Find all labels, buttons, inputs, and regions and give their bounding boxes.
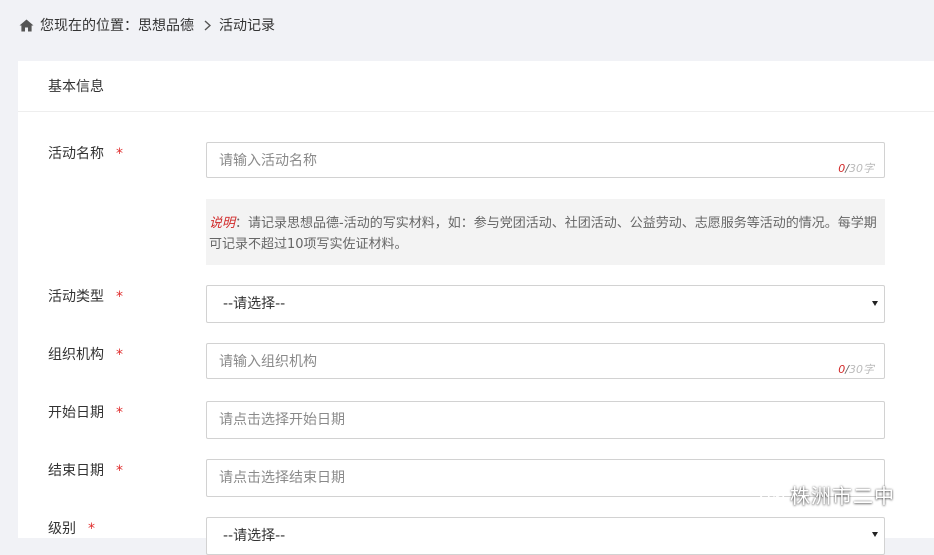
note-tag: 说明 (209, 216, 236, 231)
required-mark: * (116, 289, 123, 305)
required-mark: * (88, 521, 95, 537)
end-date-label-text: 结束日期 (48, 463, 104, 479)
start-date-label-text: 开始日期 (48, 405, 104, 421)
activity-type-label-text: 活动类型 (48, 289, 104, 305)
card-title: 基本信息 (48, 79, 104, 95)
instruction-note: 说明：请记录思想品德-活动的写实材料，如：参与党团活动、社团活动、公益劳动、志愿… (206, 199, 885, 265)
activity-type-select[interactable]: --请选择-- (206, 285, 885, 323)
watermark-text: 株洲市二中 (790, 484, 895, 508)
activity-type-value: --请选择-- (223, 296, 286, 312)
required-mark: * (116, 405, 123, 421)
organization-label-text: 组织机构 (48, 347, 104, 363)
level-label: 级别 * (48, 518, 95, 538)
organization-placeholder: 请输入组织机构 (219, 354, 317, 370)
level-label-text: 级别 (48, 521, 76, 537)
end-date-label: 结束日期 * (48, 460, 123, 480)
caret-down-icon (872, 301, 878, 306)
breadcrumb-prefix: 您现在的位置： (40, 18, 138, 34)
activity-name-counter: 0/30字 (838, 160, 874, 176)
card-header: 基本信息 (18, 61, 934, 112)
wechat-watermark: 株洲市二中 (758, 480, 895, 509)
breadcrumb-current: 活动记录 (219, 18, 275, 34)
start-date-label: 开始日期 * (48, 402, 123, 422)
level-value: --请选择-- (223, 528, 286, 544)
start-date-placeholder: 请点击选择开始日期 (219, 412, 345, 428)
counter-max: 30字 (849, 363, 874, 376)
activity-name-placeholder: 请输入活动名称 (219, 153, 317, 169)
required-mark: * (116, 463, 123, 479)
breadcrumb-section[interactable]: 思想品德 (138, 15, 194, 35)
activity-name-input[interactable]: 请输入活动名称 0/30字 (206, 142, 885, 178)
required-mark: * (116, 146, 123, 162)
start-date-input[interactable]: 请点击选择开始日期 (206, 401, 885, 439)
activity-name-label: 活动名称 * (48, 143, 123, 163)
home-icon[interactable] (18, 17, 34, 33)
counter-max: 30字 (849, 162, 874, 175)
note-text: ：请记录思想品德-活动的写实材料，如：参与党团活动、社团活动、公益劳动、志愿服务… (209, 216, 877, 252)
organization-label: 组织机构 * (48, 344, 123, 364)
end-date-placeholder: 请点击选择结束日期 (219, 470, 345, 486)
organization-input[interactable]: 请输入组织机构 0/30字 (206, 343, 885, 379)
form-card: 基本信息 活动名称 * 请输入活动名称 0/30字 说明：请记录思想品德-活动的写… (18, 61, 934, 555)
required-mark: * (116, 347, 123, 363)
wechat-icon (758, 483, 786, 507)
activity-name-label-text: 活动名称 (48, 146, 104, 162)
organization-counter: 0/30字 (838, 361, 874, 377)
caret-down-icon (872, 532, 878, 537)
breadcrumb: 您现在的位置： 思想品德 活动记录 (18, 14, 275, 36)
activity-type-label: 活动类型 * (48, 286, 123, 306)
level-select[interactable]: --请选择-- (206, 517, 885, 555)
chevron-right-icon (204, 19, 211, 31)
